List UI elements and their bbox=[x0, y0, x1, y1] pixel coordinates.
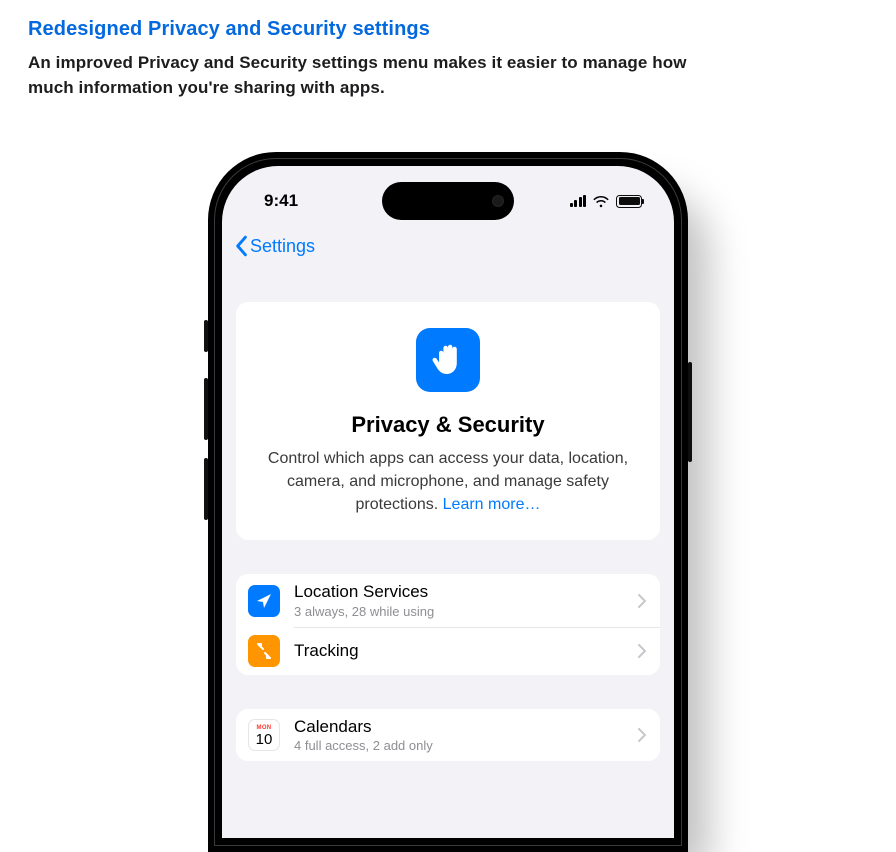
row-calendars[interactable]: MON 10 Calendars 4 full access, 2 add on… bbox=[236, 709, 660, 761]
settings-group-location: Location Services 3 always, 28 while usi… bbox=[236, 574, 660, 674]
status-time: 9:41 bbox=[264, 191, 298, 211]
tracking-icon bbox=[248, 635, 280, 667]
power-button bbox=[688, 362, 692, 462]
chevron-right-icon bbox=[638, 728, 646, 742]
hero-card: Privacy & Security Control which apps ca… bbox=[236, 302, 660, 540]
chevron-right-icon bbox=[638, 644, 646, 658]
back-label: Settings bbox=[250, 236, 315, 257]
settings-group-calendars: MON 10 Calendars 4 full access, 2 add on… bbox=[236, 709, 660, 761]
battery-icon bbox=[616, 195, 642, 208]
hero-description: Control which apps can access your data,… bbox=[256, 448, 640, 516]
location-arrow-icon bbox=[248, 585, 280, 617]
dynamic-island bbox=[382, 182, 514, 220]
calendar-icon: MON 10 bbox=[248, 719, 280, 751]
row-tracking[interactable]: Tracking bbox=[236, 627, 660, 675]
row-title: Calendars bbox=[294, 717, 630, 737]
section-description: An improved Privacy and Security setting… bbox=[28, 51, 688, 100]
cellular-signal-icon bbox=[570, 195, 587, 207]
back-button[interactable]: Settings bbox=[228, 231, 321, 261]
learn-more-link[interactable]: Learn more… bbox=[443, 496, 541, 513]
row-subtitle: 4 full access, 2 add only bbox=[294, 738, 630, 753]
row-title: Location Services bbox=[294, 582, 630, 602]
row-location-services[interactable]: Location Services 3 always, 28 while usi… bbox=[236, 574, 660, 626]
privacy-hand-icon bbox=[416, 328, 480, 392]
phone-mockup: 9:41 bbox=[208, 152, 688, 852]
row-title: Tracking bbox=[294, 641, 630, 661]
row-subtitle: 3 always, 28 while using bbox=[294, 604, 630, 619]
chevron-left-icon bbox=[234, 235, 248, 257]
wifi-icon bbox=[592, 195, 610, 208]
front-camera-icon bbox=[492, 195, 504, 207]
chevron-right-icon bbox=[638, 594, 646, 608]
hero-title: Privacy & Security bbox=[256, 412, 640, 438]
nav-bar: Settings bbox=[222, 224, 674, 268]
section-heading: Redesigned Privacy and Security settings bbox=[28, 18, 868, 41]
